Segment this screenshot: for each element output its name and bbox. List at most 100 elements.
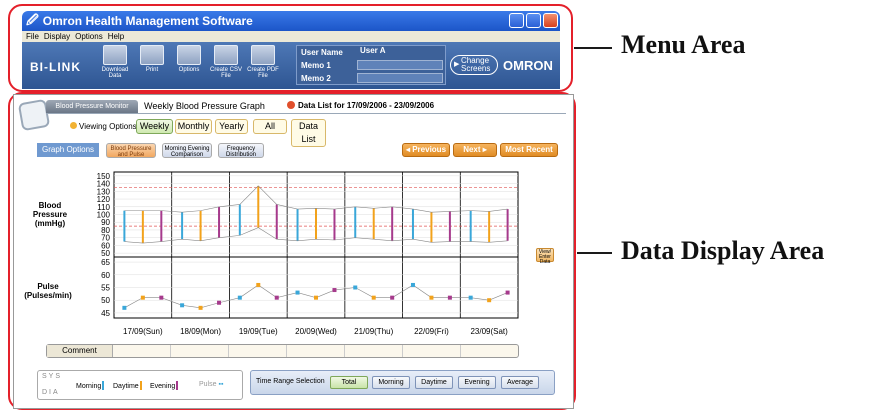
comment-cell[interactable] xyxy=(171,345,229,357)
day-label: 23/09(Sat) xyxy=(470,327,508,336)
legend-morning: Morning xyxy=(76,381,105,390)
memo1-label: Memo 1 xyxy=(301,61,331,70)
pulse-swatch: ▪▪ xyxy=(218,381,224,388)
evening-range-button[interactable]: Evening xyxy=(458,376,496,389)
day-label: 21/09(Thu) xyxy=(354,327,394,336)
next-button[interactable]: Next ▸ xyxy=(453,143,497,157)
create-csv-button[interactable]: Create CSV File xyxy=(209,45,243,79)
total-button[interactable]: Total xyxy=(330,376,368,389)
create-csv-label: Create CSV File xyxy=(209,67,242,79)
tab-weekly[interactable]: Weekly xyxy=(136,119,173,134)
view-enter-data-button[interactable]: View/ Enter Data xyxy=(536,248,554,265)
daytime-swatch xyxy=(139,381,142,390)
legend-evening: Evening xyxy=(150,381,179,390)
tab-all[interactable]: All xyxy=(253,119,287,134)
annotated-screenshot: Menu Area Data Display Area 🖉 Omron Heal… xyxy=(0,0,883,412)
day-label: 18/09(Mon) xyxy=(180,327,222,336)
legend-dia: DIA xyxy=(42,389,60,396)
day-label: 20/09(Wed) xyxy=(295,327,337,336)
toolbar: BI-LINK Download Data Print Options Crea… xyxy=(22,42,560,89)
legend-pulse: Pulse ▪▪ xyxy=(199,381,223,388)
viewing-options: Viewing Options xyxy=(70,122,137,131)
comment-cell[interactable] xyxy=(287,345,345,357)
day-label: 22/09(Fri) xyxy=(414,327,449,336)
comment-cell[interactable] xyxy=(403,345,461,357)
comment-row: Comment xyxy=(46,344,519,358)
data-area-label: Data Display Area xyxy=(621,236,825,265)
options-button[interactable]: Options xyxy=(172,45,206,73)
time-range-label: Time Range Selection xyxy=(256,378,325,385)
user-panel: User Name User A Memo 1 Memo 2 xyxy=(296,45,446,85)
memo1-field[interactable] xyxy=(357,60,443,70)
data-area-pointer xyxy=(577,252,612,254)
comment-cell[interactable] xyxy=(113,345,171,357)
download-icon xyxy=(103,45,127,65)
status-dot-icon xyxy=(287,101,295,109)
frequency-distribution-button[interactable]: Frequency Distribution xyxy=(218,143,264,158)
morning-evening-button[interactable]: Morning Evening Comparison xyxy=(162,143,212,158)
download-data-label: Download Data xyxy=(101,67,129,79)
print-label: Print xyxy=(145,67,159,73)
print-icon xyxy=(140,45,164,65)
comment-cell[interactable] xyxy=(461,345,518,357)
window-title: Omron Health Management Software xyxy=(42,14,253,28)
morning-swatch xyxy=(102,381,105,390)
user-name-value: User A xyxy=(360,46,386,55)
evening-swatch xyxy=(176,381,179,390)
create-pdf-button[interactable]: Create PDF File xyxy=(246,45,280,79)
data-list-range: Data List for 17/09/2006 - 23/09/2006 xyxy=(287,101,434,110)
bi-link-logo: BI-LINK xyxy=(30,60,81,74)
app-icon: 🖉 xyxy=(26,12,39,27)
menu-file[interactable]: File xyxy=(26,32,39,41)
comment-label: Comment xyxy=(47,345,113,357)
average-range-button[interactable]: Average xyxy=(501,376,539,389)
viewing-options-icon xyxy=(70,122,77,129)
legend-sys: SYS xyxy=(42,373,63,380)
menu-display[interactable]: Display xyxy=(44,32,70,41)
data-list-range-text: Data List for 17/09/2006 - 23/09/2006 xyxy=(298,101,435,110)
options-icon xyxy=(177,45,201,65)
bp-monitor-tab[interactable]: Blood Pressure Monitor xyxy=(46,100,138,113)
tab-yearly[interactable]: Yearly xyxy=(215,119,248,134)
tab-data-list[interactable]: Data List xyxy=(291,119,326,147)
legend-evening-label: Evening xyxy=(150,383,176,390)
minimize-button[interactable] xyxy=(509,13,524,28)
user-name-label: User Name xyxy=(301,48,343,57)
play-icon: ▶ xyxy=(454,61,460,68)
comment-cell[interactable] xyxy=(229,345,287,357)
viewing-options-label: Viewing Options xyxy=(79,122,137,131)
legend: SYS DIA Morning Daytime Evening Pulse ▪▪ xyxy=(37,370,243,400)
memo2-field[interactable] xyxy=(357,73,443,83)
legend-morning-label: Morning xyxy=(76,383,102,390)
create-pdf-label: Create PDF File xyxy=(247,67,279,79)
menu-bar: File Display Options Help xyxy=(22,31,560,42)
legend-daytime-label: Daytime xyxy=(113,383,139,390)
morning-range-button[interactable]: Morning xyxy=(372,376,410,389)
graph-options-label: Graph Options xyxy=(37,143,99,157)
comment-cell[interactable] xyxy=(345,345,403,357)
memo2-label: Memo 2 xyxy=(301,74,331,83)
download-data-button[interactable]: Download Data xyxy=(98,45,132,79)
csv-file-icon xyxy=(214,45,238,65)
maximize-button[interactable] xyxy=(526,13,541,28)
bp-and-pulse-button[interactable]: Blood Pressure and Pulse xyxy=(106,143,156,158)
previous-button[interactable]: ◂ Previous xyxy=(402,143,450,157)
menu-help[interactable]: Help xyxy=(108,32,124,41)
omron-logo: OMRON xyxy=(503,58,553,73)
legend-daytime: Daytime xyxy=(113,381,142,390)
menu-area-label: Menu Area xyxy=(621,30,746,59)
day-label: 19/09(Tue) xyxy=(238,327,278,336)
header-underline xyxy=(46,113,566,114)
change-screens-label: Change Screens xyxy=(461,56,491,73)
print-button[interactable]: Print xyxy=(135,45,169,73)
daytime-range-button[interactable]: Daytime xyxy=(415,376,453,389)
options-label: Options xyxy=(178,67,200,73)
menu-options[interactable]: Options xyxy=(75,32,103,41)
menu-area-pointer xyxy=(574,47,612,49)
most-recent-button[interactable]: Most Recent ▸▸ xyxy=(500,143,558,166)
change-screens-button[interactable]: ▶ Change Screens xyxy=(450,55,498,75)
close-button[interactable] xyxy=(543,13,558,28)
tab-monthly[interactable]: Monthly xyxy=(175,119,212,134)
bp-axis-label: Blood Pressure (mmHg) xyxy=(32,201,68,228)
legend-pulse-label: Pulse xyxy=(199,381,217,388)
